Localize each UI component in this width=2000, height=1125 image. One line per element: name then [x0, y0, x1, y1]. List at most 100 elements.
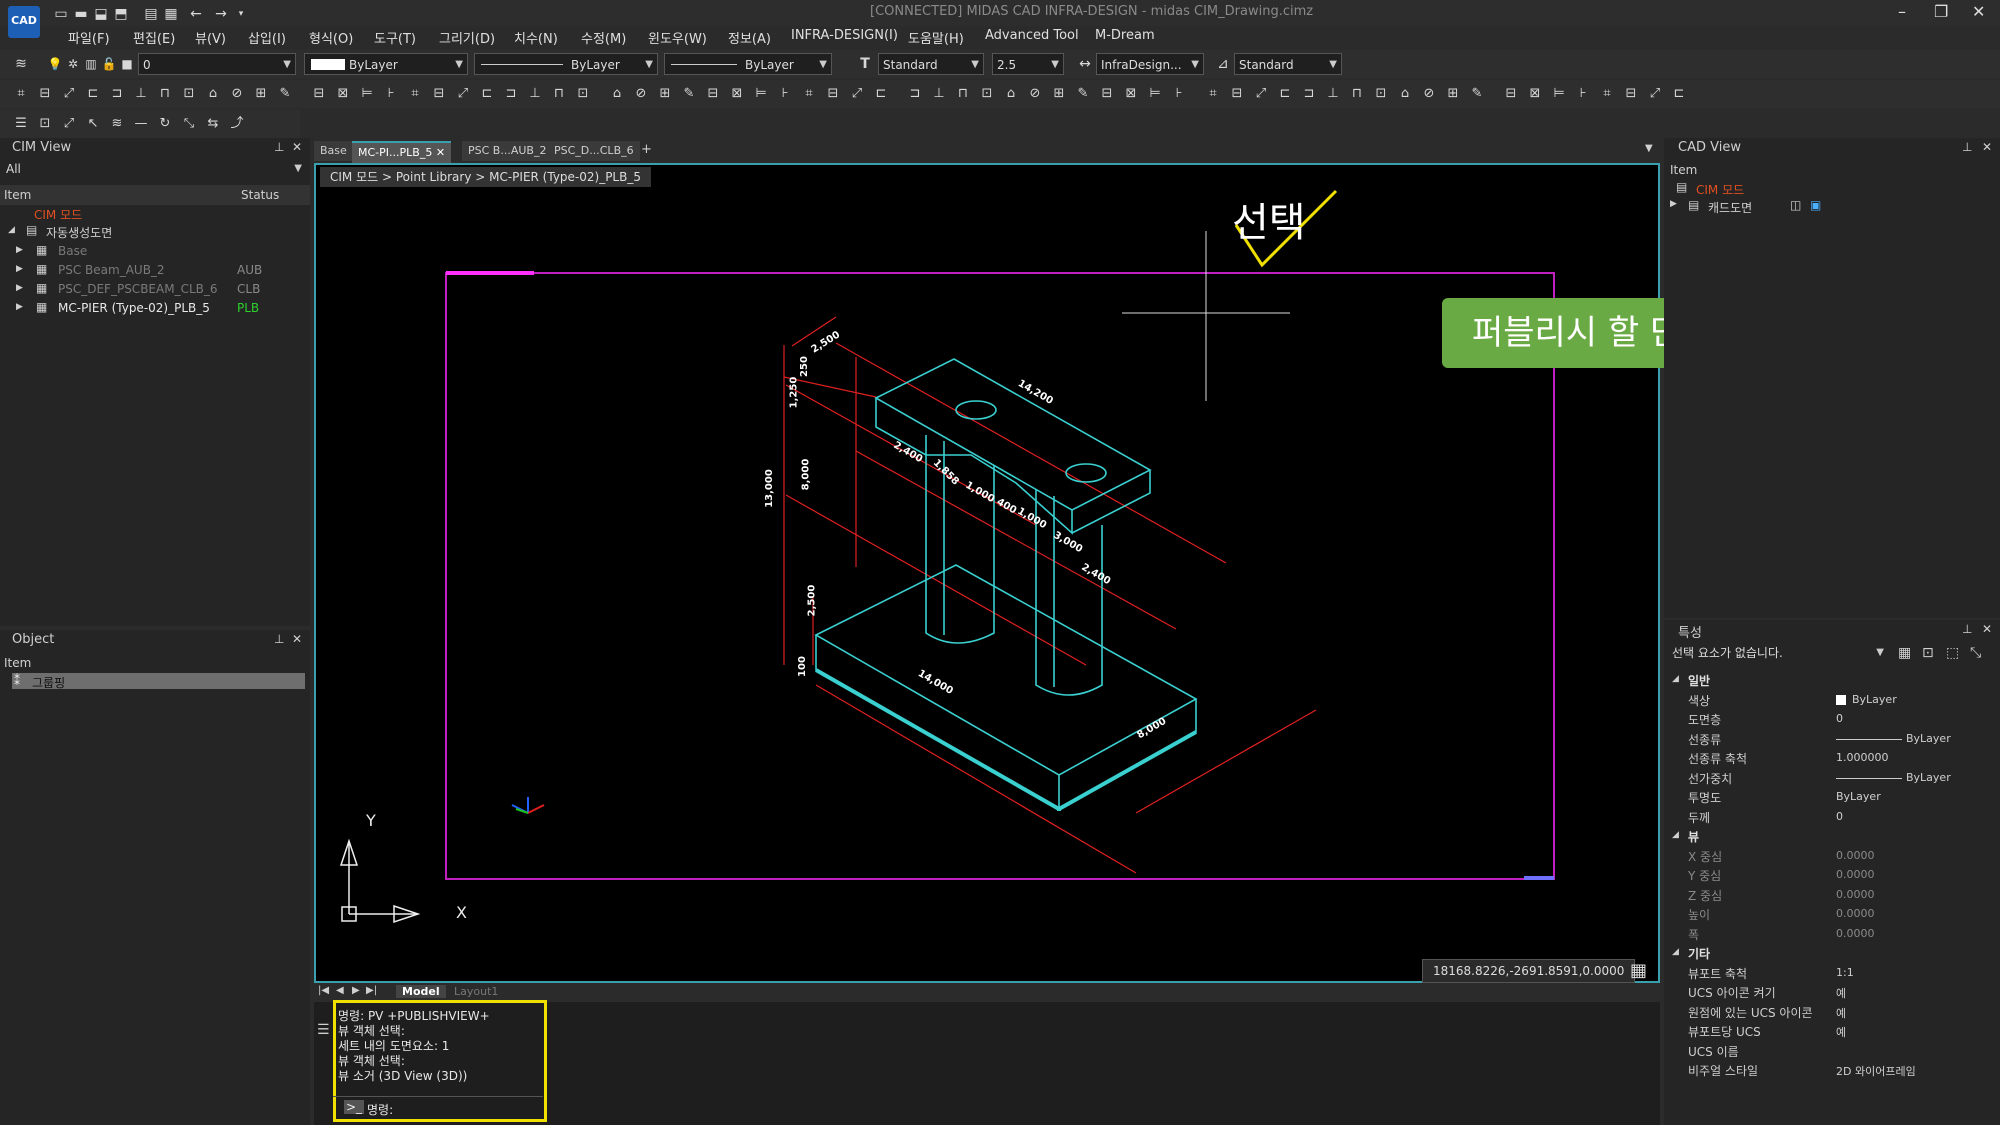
save-icon[interactable]: ⬓: [92, 5, 110, 23]
toolbar-tool-icon[interactable]: ⌂: [1396, 85, 1414, 103]
toolbar-tool-icon[interactable]: ✎: [276, 85, 294, 103]
lineweight-dropdown[interactable]: ByLayer ▼: [664, 53, 832, 75]
linetype-dropdown[interactable]: ByLayer ▼: [474, 53, 658, 75]
undo-icon[interactable]: ←: [187, 5, 205, 23]
layer-on-icon[interactable]: 💡: [46, 55, 64, 73]
menu-format[interactable]: 형식(O): [309, 28, 353, 47]
menu-draw[interactable]: 그리기(D): [439, 28, 495, 47]
print-icon[interactable]: ▤: [142, 5, 160, 23]
property-value[interactable]: 1.000000: [1836, 751, 1889, 764]
toolbar-tool-icon[interactable]: ⌗: [406, 85, 424, 103]
toolbar-tool-icon[interactable]: ⊡: [180, 85, 198, 103]
property-value[interactable]: 예: [1836, 1024, 1846, 1040]
toolbar-tool-icon[interactable]: ⊟: [1622, 85, 1640, 103]
toolbar-tool-icon[interactable]: ⊐: [108, 85, 126, 103]
toolbar-tool-icon[interactable]: ⊓: [954, 85, 972, 103]
expand-arrow-icon[interactable]: ◢: [8, 225, 15, 235]
layer-manager-icon[interactable]: ≋: [12, 55, 30, 73]
property-value[interactable]: 0: [1836, 810, 1843, 823]
toolbar-tool-icon[interactable]: ⤢: [848, 85, 866, 103]
toolbar-tool-icon[interactable]: ⊨: [752, 85, 770, 103]
drawing-viewport[interactable]: CIM 모드 > Point Library > MC-PIER (Type-0…: [314, 163, 1834, 983]
menu-m-dream[interactable]: M-Dream: [1095, 28, 1155, 43]
toolbar-tool-icon[interactable]: ↖: [84, 115, 102, 133]
property-value[interactable]: 예: [1836, 985, 1846, 1001]
tab-layout1[interactable]: Layout1: [454, 985, 498, 998]
toolbar-tool-icon[interactable]: ⌗: [1204, 85, 1222, 103]
toolbar-tool-icon[interactable]: ⊡: [1372, 85, 1390, 103]
toolbar-tool-icon[interactable]: ↻: [156, 115, 174, 133]
toolbar-tool-icon[interactable]: ⊠: [1122, 85, 1140, 103]
grid-toggle-icon[interactable]: ▦: [1630, 960, 1647, 981]
toolbar-tool-icon[interactable]: ⊞: [656, 85, 674, 103]
property-value[interactable]: ByLayer: [1906, 732, 1951, 745]
expand-arrow-icon[interactable]: ▶: [16, 302, 23, 312]
toolbar-tool-icon[interactable]: ⤢: [1252, 85, 1270, 103]
toolbar-tool-icon[interactable]: ⊘: [1420, 85, 1438, 103]
toolbar-tool-icon[interactable]: ⊟: [430, 85, 448, 103]
toolbar-tool-icon[interactable]: ⤡: [180, 115, 198, 133]
property-group-header[interactable]: 일반: [1688, 672, 1710, 689]
property-value[interactable]: 2D 와이어프레임: [1836, 1063, 1916, 1079]
property-value[interactable]: 0.0000: [1836, 868, 1875, 881]
toolbar-tool-icon[interactable]: ⊞: [1444, 85, 1462, 103]
expand-arrow-icon[interactable]: ▶: [16, 283, 23, 293]
toolbar-tool-icon[interactable]: ✎: [680, 85, 698, 103]
menu-infra-design[interactable]: INFRA-DESIGN(I): [791, 28, 898, 43]
text-style-dropdown[interactable]: Standard ▼: [878, 53, 984, 75]
toolbar-tool-icon[interactable]: ⌂: [608, 85, 626, 103]
toolbar-tool-icon[interactable]: ⊡: [36, 115, 54, 133]
add-tab-icon[interactable]: +: [641, 142, 652, 157]
toolbar-tool-icon[interactable]: ⌗: [1598, 85, 1616, 103]
quick-select-icon[interactable]: ⬚: [1946, 645, 1959, 661]
toolbar-tool-icon[interactable]: ⊟: [824, 85, 842, 103]
toolbar-tool-icon[interactable]: ⊟: [704, 85, 722, 103]
collapse-arrow-icon[interactable]: ◢: [1672, 947, 1679, 957]
toolbar-tool-icon[interactable]: ⌂: [204, 85, 222, 103]
menu-help[interactable]: 도움말(H): [908, 28, 964, 47]
toggle-pickadd-icon[interactable]: ▦: [1898, 645, 1911, 661]
toolbar-tool-icon[interactable]: ⊘: [632, 85, 650, 103]
property-value[interactable]: ByLayer: [1836, 790, 1881, 803]
pin-icon[interactable]: ⊥: [1962, 622, 1972, 636]
select-objects-icon[interactable]: ⊡: [1922, 645, 1934, 661]
document-tab[interactable]: Base: [314, 141, 353, 161]
color-dropdown[interactable]: ByLayer ▼: [304, 53, 468, 75]
toolbar-tool-icon[interactable]: ✎: [1468, 85, 1486, 103]
toolbar-tool-icon[interactable]: ⊡: [978, 85, 996, 103]
first-layout-icon[interactable]: |◀: [318, 985, 329, 996]
pin-icon[interactable]: ⊥: [274, 140, 284, 154]
property-value[interactable]: ByLayer: [1852, 693, 1897, 706]
pick-icon[interactable]: ⤡: [1970, 645, 1981, 661]
new-file-icon[interactable]: ▭: [52, 5, 70, 23]
cim-root-label[interactable]: CIM 모드: [34, 206, 82, 223]
customize-dropdown-icon[interactable]: ▾: [232, 5, 250, 23]
cad-child-label[interactable]: 캐드도면: [1708, 199, 1752, 216]
property-value[interactable]: 0.0000: [1836, 888, 1875, 901]
toolbar-tool-icon[interactable]: ⊨: [1550, 85, 1568, 103]
view-frame[interactable]: [445, 272, 1555, 880]
toolbar-tool-icon[interactable]: ⊓: [550, 85, 568, 103]
expand-arrow-icon[interactable]: ▶: [16, 264, 23, 274]
toolbar-tool-icon[interactable]: ⊥: [1324, 85, 1342, 103]
toolbar-tool-icon[interactable]: ⊐: [1300, 85, 1318, 103]
property-value[interactable]: 0.0000: [1836, 927, 1875, 940]
close-icon[interactable]: ✕: [292, 632, 302, 646]
menu-view[interactable]: 뷰(V): [195, 28, 226, 47]
toolbar-tool-icon[interactable]: ⊦: [1574, 85, 1592, 103]
close-icon[interactable]: ✕: [292, 140, 302, 154]
toolbar-tool-icon[interactable]: ⤢: [60, 85, 78, 103]
toolbar-tool-icon[interactable]: ⤢: [60, 115, 78, 133]
plot-icon[interactable]: ▦: [162, 5, 180, 23]
toolbar-tool-icon[interactable]: ⊓: [156, 85, 174, 103]
toolbar-tool-icon[interactable]: ⊏: [1670, 85, 1688, 103]
toolbar-tool-icon[interactable]: ✎: [1074, 85, 1092, 103]
close-icon[interactable]: ✕: [1972, 2, 1985, 21]
toolbar-tool-icon[interactable]: ⊥: [526, 85, 544, 103]
document-tab[interactable]: PSC_D...CLB_6: [548, 141, 640, 161]
toolbar-tool-icon[interactable]: ⊏: [1276, 85, 1294, 103]
view-icon[interactable]: ◫: [1790, 198, 1801, 212]
layer-dropdown[interactable]: 0 ▼: [138, 53, 296, 75]
open-folder-icon[interactable]: ▬: [72, 5, 90, 23]
property-value[interactable]: 0: [1836, 712, 1843, 725]
